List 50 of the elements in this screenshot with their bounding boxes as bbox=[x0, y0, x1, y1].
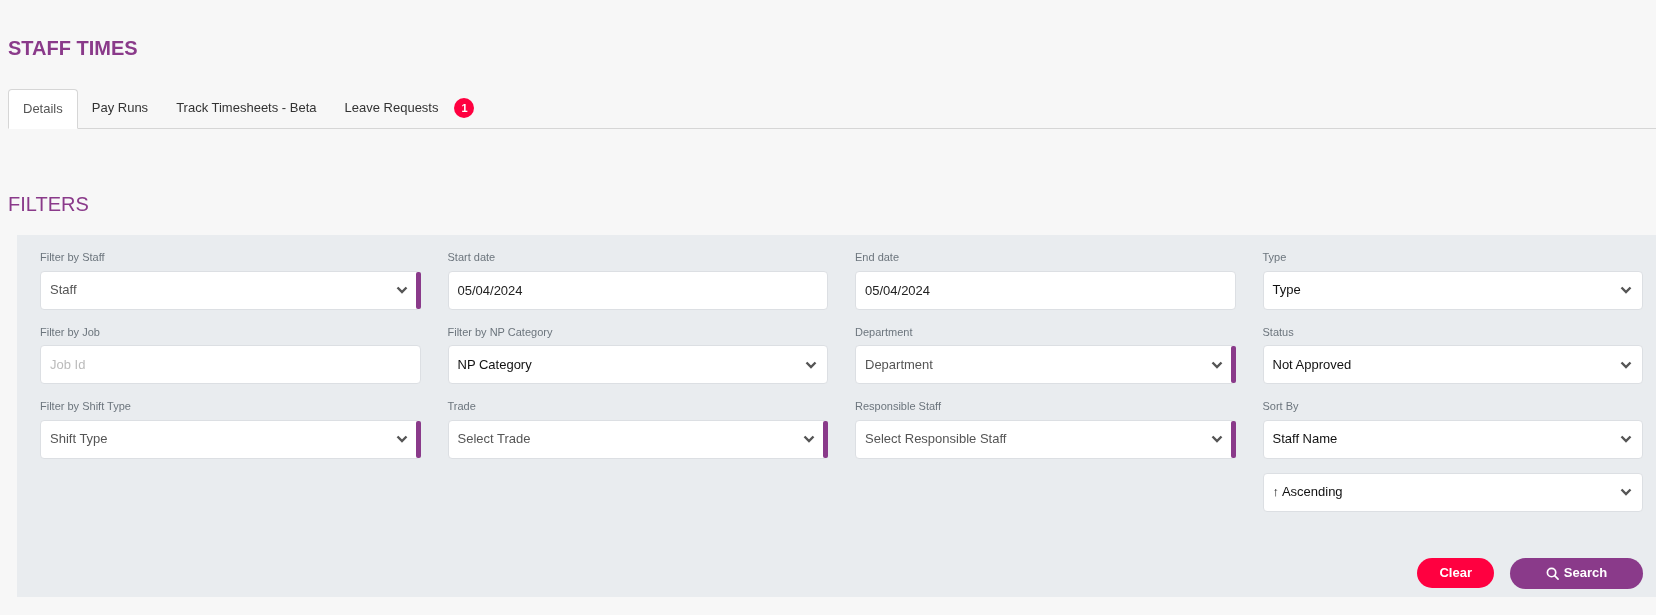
dropdown[interactable]: Not Approved bbox=[1262, 345, 1643, 384]
field-label: Filter by Job bbox=[40, 324, 100, 340]
input-field[interactable]: Job Id bbox=[40, 345, 421, 384]
tab[interactable]: Leave Requests bbox=[330, 88, 453, 128]
dropdown[interactable]: Select Responsible Staff bbox=[855, 419, 1236, 459]
count-badge: 1 bbox=[454, 98, 475, 118]
page-title: STAFF TIMES bbox=[8, 36, 138, 61]
chevron-down-icon bbox=[1210, 360, 1223, 369]
required-marker bbox=[415, 271, 421, 309]
required-marker bbox=[1230, 346, 1236, 383]
required-marker bbox=[1230, 420, 1236, 458]
field-label: Sort By bbox=[1262, 399, 1299, 414]
dropdown[interactable]: Type bbox=[1262, 270, 1643, 310]
tab[interactable]: Details bbox=[8, 89, 78, 129]
field-label: Filter by Shift Type bbox=[40, 399, 131, 414]
tab[interactable]: Track Timesheets - Beta bbox=[162, 88, 331, 128]
input-field[interactable]: 05/04/2024 bbox=[855, 270, 1236, 310]
chevron-down-icon bbox=[1620, 435, 1632, 443]
dropdown[interactable]: Staff bbox=[40, 270, 421, 310]
chevron-down-icon bbox=[1620, 286, 1632, 294]
chevron-down-icon bbox=[395, 286, 408, 294]
dropdown[interactable]: Shift Type bbox=[40, 419, 421, 459]
clear-button[interactable]: Clear bbox=[1417, 557, 1494, 588]
chevron-down-icon bbox=[1620, 488, 1632, 496]
input-field[interactable]: 05/04/2024 bbox=[447, 270, 828, 310]
field-label: End date bbox=[855, 250, 900, 265]
field-label: Filter by NP Category bbox=[447, 324, 553, 340]
field-label: Start date bbox=[447, 250, 496, 265]
chevron-down-icon bbox=[803, 435, 815, 443]
chevron-down-icon bbox=[805, 360, 817, 369]
field-label: Department bbox=[855, 324, 913, 340]
chevron-down-icon bbox=[395, 435, 408, 443]
section-heading: FILTERS bbox=[8, 192, 89, 217]
field-label: Type bbox=[1262, 250, 1287, 265]
field-label: Filter by Staff bbox=[40, 250, 105, 265]
tab[interactable]: Pay Runs bbox=[77, 88, 163, 128]
dropdown[interactable]: Staff Name bbox=[1262, 419, 1643, 459]
required-marker bbox=[415, 420, 421, 458]
dropdown[interactable]: Select Trade bbox=[447, 419, 828, 459]
field-label: Status bbox=[1262, 324, 1294, 340]
dropdown[interactable]: NP Category bbox=[447, 345, 828, 384]
required-marker bbox=[823, 420, 828, 458]
chevron-down-icon bbox=[1210, 435, 1223, 443]
field-label: Responsible Staff bbox=[855, 399, 942, 414]
chevron-down-icon bbox=[1620, 360, 1632, 369]
search-button[interactable]: Search bbox=[1510, 557, 1643, 589]
field-label: Trade bbox=[447, 399, 476, 414]
search-icon bbox=[1545, 566, 1559, 580]
dropdown[interactable]: Department bbox=[855, 345, 1236, 384]
dropdown[interactable]: ↑ Ascending bbox=[1262, 472, 1643, 512]
